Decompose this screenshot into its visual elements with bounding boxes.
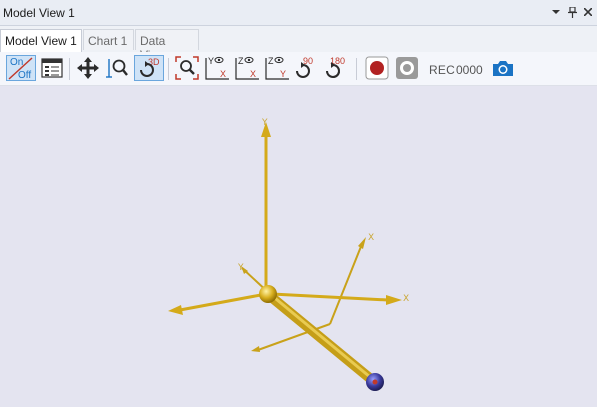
camera-icon: [493, 61, 513, 76]
record-icon: [365, 56, 389, 80]
tab-model-view-1[interactable]: Model View 1: [0, 29, 82, 52]
window-title: Model View 1: [3, 6, 75, 20]
view-zx-button[interactable]: Z X: [234, 55, 260, 81]
axis-view-zx-icon: Z X: [235, 56, 259, 80]
rec-label: REC: [429, 63, 455, 77]
rotate-180-button[interactable]: 180: [322, 55, 348, 81]
move-arrows-icon: [77, 57, 99, 79]
main-axes: Y X: [168, 118, 409, 315]
axis-view-top-label: Y: [208, 56, 214, 66]
pin-icon[interactable]: [567, 5, 577, 19]
rotate-90-button[interactable]: 90: [292, 55, 318, 81]
model-scene: Y X Y X: [168, 118, 409, 391]
axis-view-top-label: Z: [268, 56, 274, 66]
view-yx-button[interactable]: Y X: [204, 55, 230, 81]
rotate-90-icon: 90: [296, 56, 313, 78]
axis-view-top-label: Z: [238, 56, 244, 66]
zoom-extents-button[interactable]: [174, 55, 200, 81]
toolbar-separator: [69, 58, 70, 80]
on-off-icon: On Off: [8, 57, 33, 81]
axis-label-y-secondary: Y: [237, 263, 244, 273]
axis-view-bottom-label: Y: [280, 69, 286, 79]
rotate-3d-icon: 3D: [140, 57, 160, 77]
toolbar-separator: [168, 58, 169, 80]
rotate-180-icon: 180: [326, 56, 345, 79]
zoom-magnifier-icon: [106, 59, 128, 78]
axis-view-yx-icon: Y X: [205, 56, 229, 80]
zoom-button[interactable]: [104, 55, 130, 81]
axis-view-bottom-label: X: [250, 69, 256, 79]
snapshot-button[interactable]: [490, 55, 516, 81]
zoom-extents-icon: [175, 56, 199, 80]
record-button[interactable]: [364, 55, 390, 81]
axis-label-y: Y: [261, 118, 268, 128]
rotate-3d-button[interactable]: 3D: [134, 55, 164, 81]
on-label: On: [10, 57, 23, 68]
axis-label-x-secondary: X: [368, 233, 374, 243]
tab-strip: Model View 1 Chart 1 Data View: [0, 26, 597, 62]
tab-data-view[interactable]: Data View: [135, 29, 199, 62]
view-zy-button[interactable]: Z Y: [264, 55, 290, 81]
on-off-toggle-button[interactable]: On Off: [6, 55, 36, 81]
tab-chart-1[interactable]: Chart 1: [83, 29, 134, 50]
stop-record-button[interactable]: [394, 55, 420, 81]
window-titlebar: Model View 1: [0, 0, 597, 26]
close-icon[interactable]: [583, 5, 593, 19]
toolbar-separator: [356, 58, 357, 80]
dropdown-icon[interactable]: [551, 5, 561, 19]
pan-button[interactable]: [75, 55, 101, 81]
toolbar: On Off 3D Y X Z X Z Y 90 180 REC 0000: [0, 52, 597, 86]
properties-button[interactable]: [39, 55, 65, 81]
window-controls: [551, 5, 593, 19]
axis-view-bottom-label: X: [220, 69, 226, 79]
properties-panel-icon: [41, 58, 63, 78]
model-3d-viewport[interactable]: Y X Y X: [0, 86, 597, 404]
stop-record-icon: [396, 57, 418, 79]
rec-frame-count: 0000: [456, 63, 483, 77]
axis-view-zy-icon: Z Y: [265, 56, 289, 80]
axis-label-x: X: [403, 294, 409, 304]
off-label: Off: [18, 70, 31, 81]
secondary-axes: Y X: [237, 233, 374, 352]
joint-sphere[interactable]: [259, 285, 277, 303]
